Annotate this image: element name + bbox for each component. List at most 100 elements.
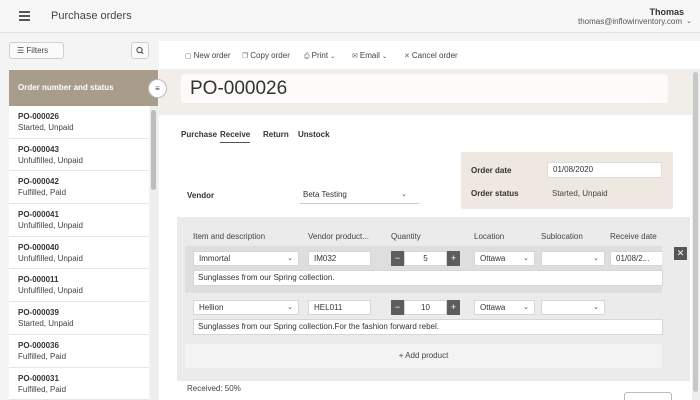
chevron-down-icon: ⌄ bbox=[593, 304, 599, 311]
print-button[interactable]: ⎙ Print ⌄ bbox=[304, 51, 335, 61]
item-description[interactable]: Sunglasses from our Spring collection.Fo… bbox=[193, 319, 663, 335]
order-number: PO-000011 bbox=[18, 275, 59, 285]
column-header: Item and description bbox=[193, 232, 266, 241]
order-status: Unfulfilled, Unpaid bbox=[18, 155, 83, 165]
close-icon: ✕ bbox=[404, 53, 410, 60]
print-icon: ⎙ bbox=[304, 53, 310, 60]
list-item[interactable]: PO-000031 Fulfilled, Paid bbox=[9, 368, 149, 400]
list-item[interactable]: PO-000040 Unfulfilled, Unpaid bbox=[9, 237, 149, 270]
quantity-increment-button[interactable]: + bbox=[447, 300, 460, 315]
order-number: PO-000026 bbox=[18, 112, 59, 121]
list-item[interactable]: PO-000042 Fulfilled, Paid bbox=[9, 171, 149, 205]
add-product-button[interactable]: + Add product bbox=[185, 344, 662, 368]
tab-receive[interactable]: Receive bbox=[220, 130, 251, 143]
filters-button[interactable]: ☰ Filters bbox=[9, 42, 64, 59]
order-date-field[interactable]: 01/08/2020 bbox=[547, 162, 662, 178]
email-button[interactable]: ✉ Email ⌄ bbox=[352, 51, 387, 60]
receive-date-field[interactable]: 01/08/2... bbox=[610, 251, 662, 266]
order-status: Fulfilled, Paid bbox=[18, 351, 67, 361]
tab-purchase[interactable]: Purchase bbox=[181, 130, 217, 139]
remove-row-button[interactable]: ✕ bbox=[674, 247, 687, 260]
print-label: Print bbox=[311, 51, 329, 60]
list-item[interactable]: PO-000043 Unfulfilled, Unpaid bbox=[9, 139, 149, 172]
list-scrollbar[interactable] bbox=[150, 106, 158, 400]
scrollbar-thumb[interactable] bbox=[151, 110, 156, 190]
main-scrollbar[interactable] bbox=[692, 70, 700, 400]
chevron-down-icon: ⌄ bbox=[593, 255, 599, 262]
vendor-value: Beta Testing bbox=[303, 190, 347, 199]
collapse-list-icon[interactable]: ≡ bbox=[148, 79, 167, 98]
tab-unstock[interactable]: Unstock bbox=[298, 130, 330, 139]
order-status: Unfulfilled, Unpaid bbox=[18, 286, 83, 296]
sublocation-select[interactable]: ⌄ bbox=[541, 300, 605, 315]
partial-button[interactable] bbox=[624, 392, 672, 400]
list-item[interactable]: PO-000026 Started, Unpaid bbox=[9, 106, 149, 139]
list-item[interactable]: PO-000011 Unfulfilled, Unpaid bbox=[9, 269, 149, 303]
chevron-down-icon: ⌄ bbox=[523, 255, 529, 262]
toolbar: ▢ New order ❐ Copy order ⎙ Print ⌄ ✉ Email ⌄… bbox=[159, 41, 700, 70]
location-select[interactable]: Ottawa ⌄ bbox=[474, 251, 535, 266]
cancel-order-label: Cancel order bbox=[411, 51, 458, 60]
chevron-down-icon: ⌄ bbox=[382, 54, 388, 60]
sublocation-select[interactable]: ⌄ bbox=[541, 251, 605, 266]
quantity-decrement-button[interactable]: − bbox=[391, 300, 404, 315]
scrollbar-thumb[interactable] bbox=[693, 72, 698, 392]
list-item[interactable]: PO-000036 Fulfilled, Paid bbox=[9, 335, 149, 368]
chevron-down-icon: ⌄ bbox=[287, 255, 293, 262]
copy-order-button[interactable]: ❐ Copy order bbox=[242, 51, 290, 60]
quantity-field[interactable]: 5 bbox=[404, 251, 447, 266]
order-number: PO-000036 bbox=[18, 340, 59, 350]
table-row: Hellion ⌄ HEL011 − 10 + Ottawa ⌄ ⌄ Sunglas… bbox=[185, 295, 663, 342]
page-title: Purchase orders bbox=[51, 10, 132, 22]
item-select[interactable]: Hellion ⌄ bbox=[193, 300, 299, 315]
new-order-button[interactable]: ▢ New order bbox=[185, 51, 231, 60]
order-status: Unfulfilled, Unpaid bbox=[18, 221, 83, 231]
location-select[interactable]: Ottawa ⌄ bbox=[474, 300, 535, 315]
order-status-value: Started, Unpaid bbox=[552, 189, 608, 198]
search-icon bbox=[136, 46, 144, 55]
order-number-field[interactable]: PO-000026 bbox=[181, 74, 668, 103]
order-info-panel: Order date 01/08/2020 Order status Start… bbox=[461, 152, 673, 209]
order-number: PO-000042 bbox=[18, 177, 59, 187]
items-panel: Item and description Vendor product... Q… bbox=[177, 217, 690, 381]
column-header: Location bbox=[474, 232, 505, 241]
order-status: Started, Unpaid bbox=[18, 123, 74, 132]
order-status: Fulfilled, Paid bbox=[18, 188, 67, 198]
order-date-label: Order date bbox=[471, 166, 512, 175]
order-list: PO-000026 Started, Unpaid PO-000043 Unfu… bbox=[9, 106, 149, 400]
vendor-product-field[interactable]: IM032 bbox=[308, 251, 371, 266]
menu-icon[interactable] bbox=[19, 11, 30, 21]
order-status-label: Order status bbox=[471, 189, 519, 198]
column-header: Receive date bbox=[610, 232, 657, 241]
chevron-down-icon: ⌄ bbox=[523, 304, 529, 311]
order-status: Unfulfilled, Unpaid bbox=[18, 253, 83, 263]
search-button[interactable] bbox=[131, 42, 149, 59]
item-name: Hellion bbox=[199, 303, 224, 312]
list-item[interactable]: PO-000041 Unfulfilled, Unpaid bbox=[9, 204, 149, 237]
item-select[interactable]: Immortal ⌄ bbox=[193, 251, 299, 266]
list-item[interactable]: PO-000039 Started, Unpaid bbox=[9, 302, 149, 335]
quantity-decrement-button[interactable]: − bbox=[391, 251, 404, 266]
item-description[interactable]: Sunglasses from our Spring collection. bbox=[193, 270, 663, 286]
email-label: Email bbox=[359, 51, 380, 60]
location-value: Ottawa bbox=[480, 254, 506, 263]
column-header: Quantity bbox=[391, 232, 421, 241]
vendor-select[interactable]: Beta Testing ⌄ bbox=[300, 186, 419, 204]
copy-icon: ❐ bbox=[242, 53, 249, 60]
order-detail: ▢ New order ❐ Copy order ⎙ Print ⌄ ✉ Email ⌄… bbox=[159, 41, 700, 400]
vendor-product-field[interactable]: HEL011 bbox=[308, 300, 371, 315]
order-number: PO-000039 bbox=[18, 308, 59, 318]
cancel-order-button[interactable]: ✕ Cancel order bbox=[404, 51, 458, 60]
quantity-increment-button[interactable]: + bbox=[447, 251, 460, 266]
quantity-field[interactable]: 10 bbox=[404, 300, 447, 315]
user-name[interactable]: Thomas bbox=[649, 7, 684, 17]
vendor-label: Vendor bbox=[187, 191, 215, 200]
tab-return[interactable]: Return bbox=[263, 130, 289, 139]
chevron-down-icon: ⌄ bbox=[287, 304, 293, 311]
chevron-down-icon[interactable]: ⌄ bbox=[686, 17, 692, 25]
email-icon: ✉ bbox=[352, 53, 358, 60]
user-email[interactable]: thomas@inflowinventory.com bbox=[578, 17, 682, 26]
location-value: Ottawa bbox=[480, 303, 506, 312]
sort-header[interactable]: Order number and status bbox=[9, 70, 158, 106]
copy-order-label: Copy order bbox=[250, 51, 290, 60]
